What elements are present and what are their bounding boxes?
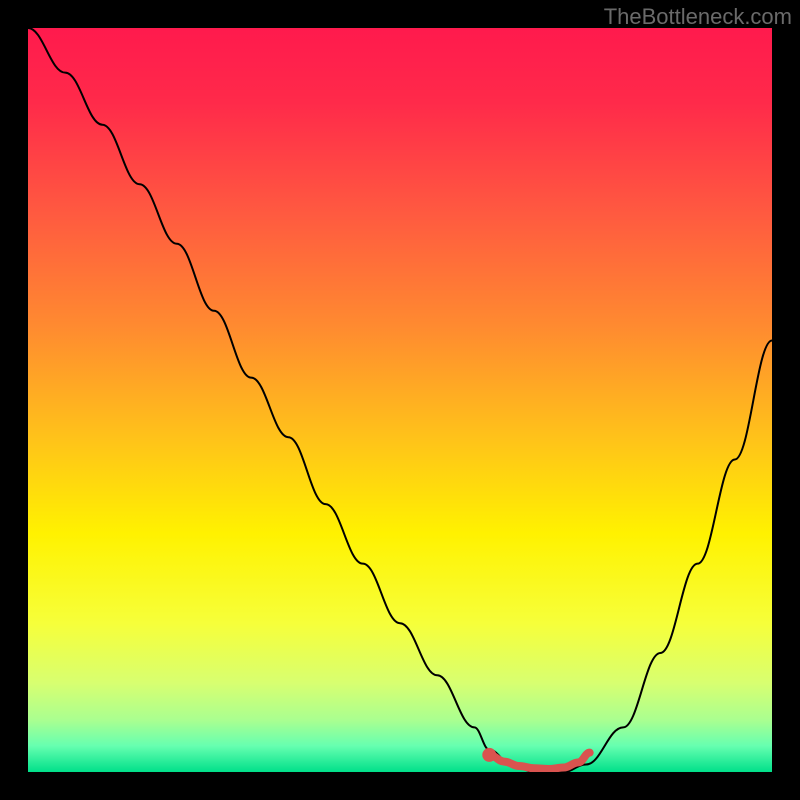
- optimal-range-marker: [489, 753, 589, 769]
- optimal-start-dot: [482, 748, 496, 762]
- watermark-text: TheBottleneck.com: [604, 4, 792, 30]
- chart-container: [28, 28, 772, 772]
- bottleneck-curve: [28, 28, 772, 772]
- curve-layer: [28, 28, 772, 772]
